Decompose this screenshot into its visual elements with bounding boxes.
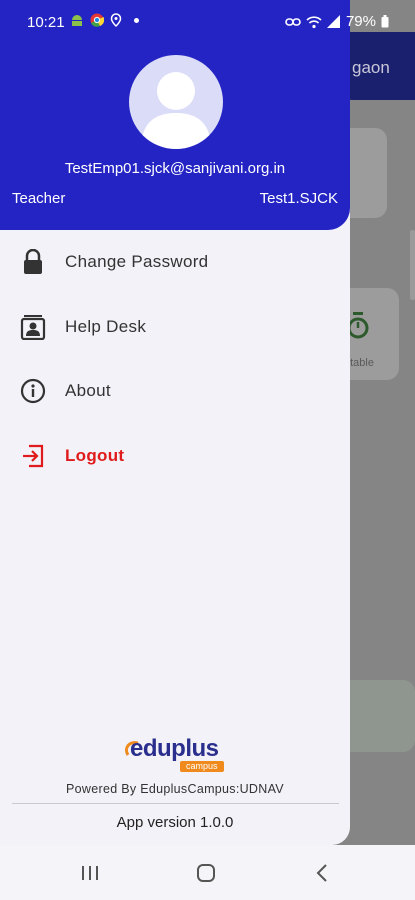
- background-header-text: gaon: [352, 58, 390, 77]
- divider: [12, 803, 339, 804]
- notification-dot-icon: [134, 17, 139, 23]
- eduplus-logo: eduplus campus: [122, 735, 232, 775]
- system-navigation-bar: [0, 845, 415, 900]
- timer-icon: [347, 312, 369, 339]
- battery-icon: [381, 15, 389, 28]
- avatar: [129, 55, 223, 149]
- menu-item-logout[interactable]: Logout: [0, 429, 350, 483]
- powered-by-text: Powered By EduplusCampus:UDNAV: [66, 782, 284, 796]
- menu-item-label: About: [65, 381, 111, 400]
- app-version: App version 1.0.0: [116, 814, 234, 831]
- navigation-drawer: TestEmp01.sjck@sanjivani.org.in Teacher …: [0, 0, 350, 845]
- home-icon[interactable]: [194, 863, 218, 883]
- android-icon: [72, 15, 82, 26]
- link-icon: [285, 17, 301, 26]
- battery-percent: 79%: [345, 13, 376, 30]
- menu-item-about[interactable]: About: [0, 364, 350, 418]
- menu-item-label: Logout: [65, 446, 125, 465]
- menu-item-change-password[interactable]: Change Password: [0, 235, 350, 289]
- signal-icon: [326, 15, 340, 28]
- wifi-icon: [306, 15, 322, 28]
- location-icon: [110, 13, 122, 27]
- background-card: [340, 680, 415, 752]
- status-bar: 10:21 79%: [0, 0, 415, 44]
- logo-wordmark: eduplus: [130, 735, 219, 762]
- user-role: Teacher: [12, 190, 66, 207]
- user-email: TestEmp01.sjck@sanjivani.org.in: [64, 160, 286, 177]
- helpdesk-icon: [20, 314, 46, 340]
- logo-subtext: campus: [180, 761, 224, 772]
- menu-item-help-desk[interactable]: Help Desk: [0, 300, 350, 354]
- background-scrollbar: [410, 230, 415, 300]
- lock-icon: [20, 249, 46, 275]
- info-icon: [20, 378, 46, 404]
- back-icon[interactable]: [310, 863, 334, 883]
- user-placeholder-icon: [141, 72, 211, 149]
- logout-icon: [20, 443, 46, 469]
- chrome-icon: [90, 13, 104, 27]
- menu-item-label: Change Password: [65, 252, 209, 271]
- user-code: Test1.SJCK: [259, 190, 338, 207]
- recent-apps-icon[interactable]: [78, 863, 102, 883]
- status-time: 10:21: [27, 14, 65, 31]
- menu-item-label: Help Desk: [65, 317, 147, 336]
